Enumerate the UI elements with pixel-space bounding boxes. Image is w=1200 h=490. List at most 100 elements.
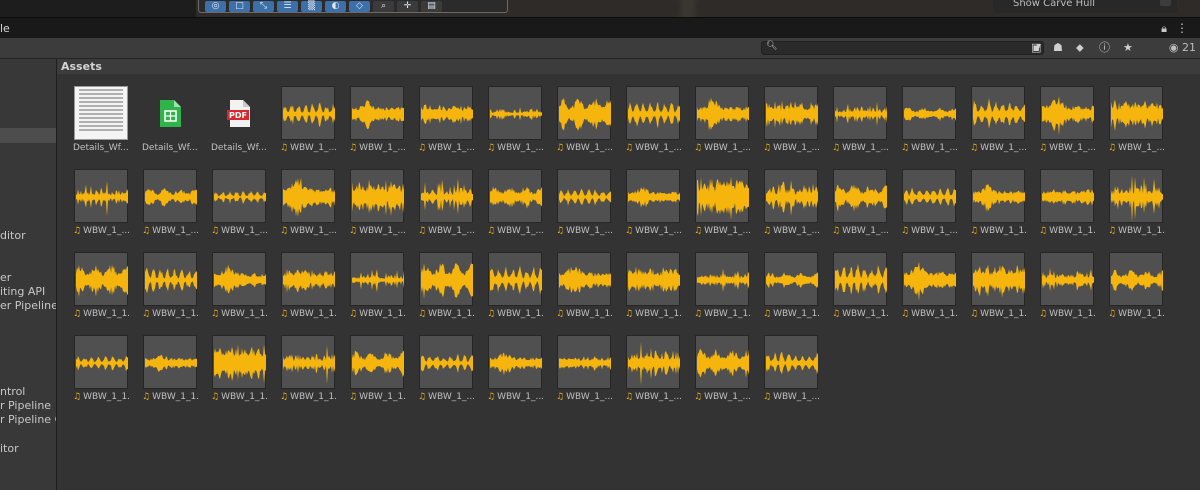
window-tab-title[interactable]: le xyxy=(0,18,10,39)
tag-icon[interactable]: ⬥ xyxy=(1076,40,1084,55)
folder-item[interactable]: r Pipeline Co xyxy=(0,413,56,426)
audio-asset[interactable]: ♫ WBW_1_1... xyxy=(349,335,407,407)
lock-icon[interactable]: 🔒︎ xyxy=(1161,22,1167,36)
move-icon[interactable]: ✛ xyxy=(397,0,418,12)
visibility-count[interactable]: ◉ 21 xyxy=(1169,40,1196,55)
selected-folder-row[interactable] xyxy=(0,128,56,143)
circle-icon[interactable]: ◐ xyxy=(325,0,346,12)
camera-icon[interactable]: ▤ xyxy=(421,0,442,12)
audio-asset[interactable]: ♫ WBW_1_1... xyxy=(625,252,683,324)
scale-icon[interactable]: ⤡ xyxy=(253,0,274,12)
audio-asset[interactable]: ♫ WBW_1_1... xyxy=(1039,169,1097,241)
audio-asset[interactable]: ♫ WBW_1_... xyxy=(418,335,476,407)
audio-asset[interactable]: ♫ WBW_1_1... xyxy=(349,252,407,324)
audio-asset[interactable]: ♫ WBW_1_1... xyxy=(1108,252,1166,324)
carve-checkbox[interactable] xyxy=(1160,0,1171,6)
audio-asset[interactable]: ♫ WBW_1_... xyxy=(625,335,683,407)
favorite-star-icon[interactable]: ★ xyxy=(1123,40,1133,55)
assets-folder-title[interactable]: Assets xyxy=(61,60,102,73)
audio-asset[interactable]: ♫ WBW_1_... xyxy=(625,169,683,241)
audio-asset[interactable]: ♫ WBW_1_... xyxy=(625,86,683,158)
more-options-icon[interactable]: ⋮ xyxy=(1176,21,1188,35)
audio-thumbnail xyxy=(281,86,335,140)
waveform-graphic xyxy=(1111,175,1163,222)
audio-clip-icon: ♫ xyxy=(211,226,220,236)
asset-label: ♫ WBW_1_1... xyxy=(763,309,821,320)
audio-thumbnail xyxy=(1040,252,1094,306)
audio-asset[interactable]: ♫ WBW_1_... xyxy=(142,169,200,241)
layers-icon[interactable]: ◇ xyxy=(349,0,370,12)
audio-asset[interactable]: ♫ WBW_1_1... xyxy=(211,335,269,407)
audio-asset[interactable]: ♫ WBW_1_... xyxy=(487,169,545,241)
folder-item[interactable]: er xyxy=(0,271,11,284)
document-asset[interactable]: Details_Wf... xyxy=(142,86,200,158)
audio-asset[interactable]: ♫ WBW_1_... xyxy=(73,169,131,241)
audio-asset[interactable]: ♫ WBW_1_... xyxy=(418,86,476,158)
audio-asset[interactable]: ♫ WBW_1_1... xyxy=(694,252,752,324)
audio-asset[interactable]: ♫ WBW_1_... xyxy=(280,86,338,158)
document-asset[interactable]: Details_Wf... xyxy=(73,86,131,158)
audio-asset[interactable]: ♫ WBW_1_... xyxy=(970,86,1028,158)
audio-asset[interactable]: ♫ WBW_1_... xyxy=(556,86,614,158)
audio-asset[interactable]: ♫ WBW_1_... xyxy=(832,169,890,241)
audio-asset[interactable]: ♫ WBW_1_... xyxy=(349,86,407,158)
audio-asset[interactable]: ♫ WBW_1_... xyxy=(1108,86,1166,158)
audio-asset[interactable]: ♫ WBW_1_... xyxy=(832,86,890,158)
audio-asset[interactable]: ♫ WBW_1_1... xyxy=(280,335,338,407)
audio-asset[interactable]: ♫ WBW_1_1... xyxy=(556,252,614,324)
audio-asset[interactable]: ♫ WBW_1_1... xyxy=(832,252,890,324)
audio-asset[interactable]: ♫ WBW_1_... xyxy=(763,86,821,158)
audio-asset[interactable]: ♫ WBW_1_1... xyxy=(73,335,131,407)
audio-asset[interactable]: ♫ WBW_1_... xyxy=(280,169,338,241)
audio-asset[interactable]: ♫ WBW_1_... xyxy=(694,335,752,407)
audio-asset[interactable]: ♫ WBW_1_... xyxy=(901,169,959,241)
audio-thumbnail xyxy=(557,86,611,140)
audio-asset[interactable]: ♫ WBW_1_1... xyxy=(211,252,269,324)
rect-icon[interactable]: □ xyxy=(229,0,250,12)
sliders-icon[interactable]: ☰ xyxy=(277,0,298,12)
audio-asset[interactable]: ♫ WBW_1_1... xyxy=(487,252,545,324)
audio-asset[interactable]: ♫ WBW_1_... xyxy=(901,86,959,158)
audio-asset[interactable]: ♫ WBW_1_1... xyxy=(763,252,821,324)
audio-asset[interactable]: ♫ WBW_1_1... xyxy=(901,252,959,324)
audio-asset[interactable]: ♫ WBW_1_... xyxy=(487,335,545,407)
audio-asset[interactable]: ♫ WBW_1_1... xyxy=(970,252,1028,324)
asset-label: Details_Wf... xyxy=(142,143,200,154)
audio-asset[interactable]: ♫ WBW_1_1... xyxy=(142,335,200,407)
search-input[interactable]: 🔍︎ ▾ xyxy=(761,41,1044,55)
audio-asset[interactable]: ♫ WBW_1_1... xyxy=(1108,169,1166,241)
folder-item[interactable]: r Pipeline xyxy=(0,399,51,412)
asset-label: ♫ WBW_1_... xyxy=(280,143,338,154)
compass-icon[interactable]: ◎ xyxy=(205,0,226,12)
audio-asset[interactable]: ♫ WBW_1_... xyxy=(694,169,752,241)
document-asset[interactable]: PDF Details_Wf... xyxy=(211,86,269,158)
audio-asset[interactable]: ♫ WBW_1_... xyxy=(211,169,269,241)
folder-item[interactable]: ditor xyxy=(0,229,26,242)
audio-asset[interactable]: ♫ WBW_1_... xyxy=(1039,86,1097,158)
audio-asset[interactable]: ♫ WBW_1_... xyxy=(763,169,821,241)
search-icon[interactable]: ⌕ xyxy=(373,0,394,12)
audio-asset[interactable]: ♫ WBW_1_1... xyxy=(970,169,1028,241)
audio-asset[interactable]: ♫ WBW_1_1... xyxy=(73,252,131,324)
grid-icon[interactable]: ▒ xyxy=(301,0,322,12)
folder-item[interactable]: er Pipeline C xyxy=(0,299,56,312)
audio-asset[interactable]: ♫ WBW_1_1... xyxy=(1039,252,1097,324)
audio-asset[interactable]: ♫ WBW_1_... xyxy=(556,169,614,241)
audio-asset[interactable]: ♫ WBW_1_... xyxy=(556,335,614,407)
audio-asset[interactable]: ♫ WBW_1_... xyxy=(349,169,407,241)
show-carve-hull-option[interactable]: Show Carve Hull xyxy=(993,0,1177,13)
audio-asset[interactable]: ♫ WBW_1_... xyxy=(763,335,821,407)
project-folder-tree: ditor er iting API er Pipeline C ntrol r… xyxy=(0,59,57,490)
folder-item[interactable]: iting API xyxy=(0,285,45,298)
audio-asset[interactable]: ♫ WBW_1_... xyxy=(487,86,545,158)
search-by-type-icon[interactable]: ▣ xyxy=(1031,40,1041,55)
search-by-label-icon[interactable]: ☗ xyxy=(1053,40,1063,55)
audio-asset[interactable]: ♫ WBW_1_1... xyxy=(280,252,338,324)
audio-asset[interactable]: ♫ WBW_1_... xyxy=(418,169,476,241)
audio-asset[interactable]: ♫ WBW_1_1... xyxy=(142,252,200,324)
audio-asset[interactable]: ♫ WBW_1_1... xyxy=(418,252,476,324)
audio-asset[interactable]: ♫ WBW_1_... xyxy=(694,86,752,158)
folder-item[interactable]: ntrol xyxy=(0,385,25,398)
folder-item[interactable]: itor xyxy=(0,442,19,455)
info-icon[interactable]: ⓘ xyxy=(1099,40,1110,55)
